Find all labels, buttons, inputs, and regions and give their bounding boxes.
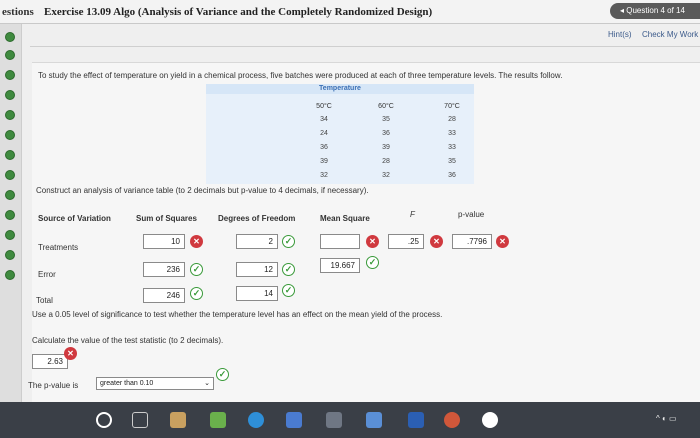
correct-icon: ✓ [282,263,295,276]
chevron-down-icon: ⌄ [204,380,210,387]
question-counter-label: Question 4 of 14 [626,6,685,15]
treatments-ms-input[interactable] [320,234,360,249]
system-tray[interactable]: ^ ◐ ▭ [656,414,677,423]
anova-header-pvalue: p-value [458,210,485,219]
data-table-group-header: Temperature [206,84,474,94]
task-view-icon[interactable] [132,412,148,428]
total-df-input[interactable]: 14 [236,286,278,301]
word-icon[interactable] [366,412,382,428]
table-cell: 35 [382,116,390,123]
table-cell: 39 [320,158,328,165]
taskbar: ^ ◐ ▭ [0,402,700,438]
table-cell: 28 [382,158,390,165]
pvalue-select[interactable]: greater than 0.10 ⌄ [96,377,214,390]
correct-icon: ✓ [216,368,229,381]
treatments-pvalue-input[interactable]: .7796 [452,234,492,249]
question-dot[interactable] [5,250,15,260]
table-cell: 33 [448,144,456,151]
divider [30,46,700,47]
question-dot[interactable] [5,230,15,240]
questions-nav-label[interactable]: estions [2,6,34,18]
question-dot[interactable] [5,190,15,200]
table-cell: 36 [320,144,328,151]
problem-prompt: To study the effect of temperature on yi… [38,71,563,80]
question-counter[interactable]: ◂ Question 4 of 14 [610,3,700,19]
question-dot[interactable] [5,70,15,80]
correct-icon: ✓ [190,263,203,276]
file-explorer-icon[interactable] [170,412,186,428]
correct-icon: ✓ [190,287,203,300]
column-header: 70°C [444,103,460,110]
correct-icon: ✓ [366,256,379,269]
table-cell: 34 [320,116,328,123]
question-rail [0,24,22,404]
question-dot[interactable] [5,90,15,100]
table-cell: 24 [320,130,328,137]
anova-header-source: Source of Variation [38,214,111,223]
exercise-title: Exercise 13.09 Algo (Analysis of Varianc… [44,6,433,18]
edge-icon[interactable] [210,412,226,428]
table-cell: 33 [448,130,456,137]
calendar-icon[interactable] [286,412,302,428]
error-df-input[interactable]: 12 [236,262,278,277]
treatments-f-input[interactable]: .25 [388,234,424,249]
google-icon[interactable] [482,412,498,428]
table-cell: 36 [382,130,390,137]
chrome-icon[interactable] [326,412,342,428]
correct-icon: ✓ [282,284,295,297]
question-dot[interactable] [5,50,15,60]
question-dot[interactable] [5,210,15,220]
table-cell: 39 [382,144,390,151]
pvalue-selected-value: greater than 0.10 [100,380,154,387]
test-statistic-question: Calculate the value of the test statisti… [32,336,224,345]
question-dot[interactable] [5,150,15,160]
anova-header-ss: Sum of Squares [136,214,197,223]
error-ms-input[interactable]: 19.667 [320,258,360,273]
table-cell: 32 [382,172,390,179]
error-ss-input[interactable]: 236 [143,262,185,277]
table-cell: 32 [320,172,328,179]
table-cell: 35 [448,158,456,165]
anova-header-ms: Mean Square [320,214,370,223]
column-header: 50°C [316,103,332,110]
hints-link[interactable]: Hint(s) [608,30,632,39]
incorrect-icon: ✕ [430,235,443,248]
pvalue-label: The p-value is [28,381,79,390]
treatments-df-input[interactable]: 2 [236,234,278,249]
check-my-work-link[interactable]: Check My Work [642,30,698,39]
anova-instruction: Construct an analysis of variance table … [36,186,369,195]
significance-question: Use a 0.05 level of significance to test… [32,310,443,319]
table-cell: 36 [448,172,456,179]
table-cell: 28 [448,116,456,123]
column-header: 60°C [378,103,394,110]
incorrect-icon: ✕ [366,235,379,248]
correct-icon: ✓ [282,235,295,248]
incorrect-icon: ✕ [496,235,509,248]
temperature-heading: Temperature [319,85,361,92]
word-w-icon[interactable] [408,412,424,428]
test-statistic-input[interactable]: 2.63 [32,354,68,369]
incorrect-icon: ✕ [190,235,203,248]
treatments-ss-input[interactable]: 10 [143,234,185,249]
question-dot[interactable] [5,270,15,280]
store-icon[interactable] [248,412,264,428]
row-label-error: Error [38,270,56,279]
question-dot[interactable] [5,130,15,140]
question-dot[interactable] [5,32,15,42]
row-label-total: Total [36,296,53,305]
media-icon[interactable] [444,412,460,428]
total-ss-input[interactable]: 246 [143,288,185,303]
row-label-treatments: Treatments [38,243,79,252]
start-icon[interactable] [96,412,112,428]
question-dot[interactable] [5,170,15,180]
question-dot[interactable] [5,110,15,120]
anova-header-f: F [410,210,415,219]
anova-header-df: Degrees of Freedom [218,214,296,223]
incorrect-icon: ✕ [64,347,77,360]
